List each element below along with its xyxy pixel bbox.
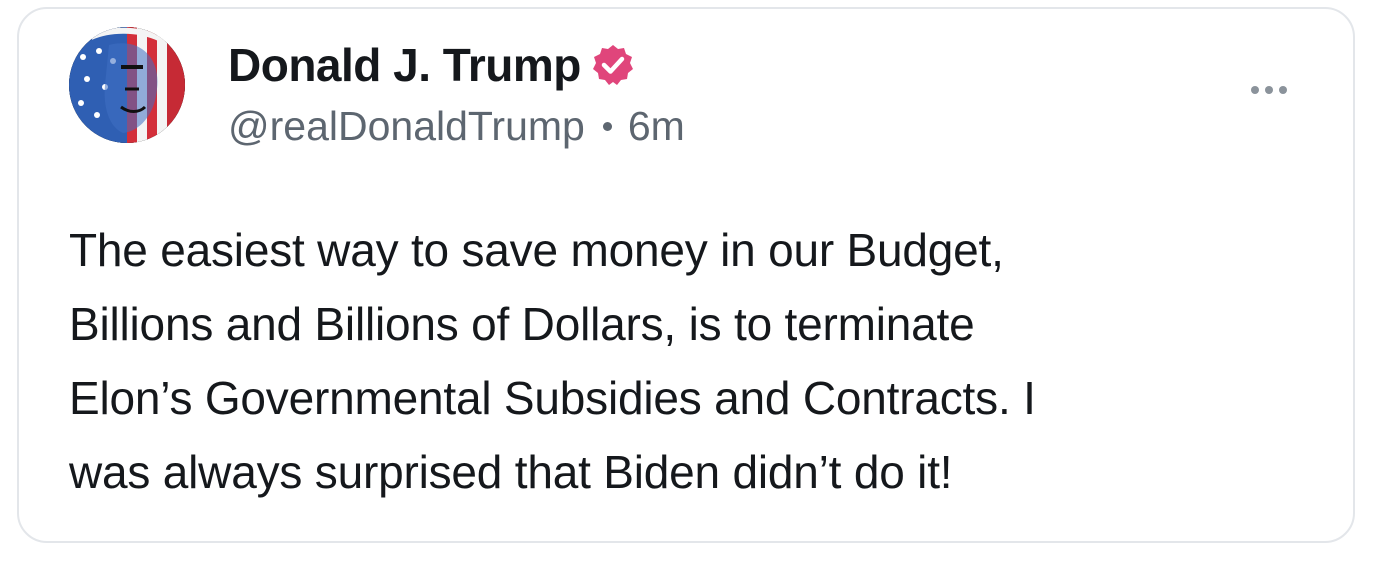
ellipsis-horizontal-icon <box>1251 86 1259 94</box>
post-timestamp[interactable]: 6m <box>628 103 685 150</box>
avatar[interactable] <box>69 27 185 143</box>
post-body-line: Elon’s Governmental Subsidies and Contra… <box>69 372 1036 424</box>
verified-badge-icon <box>591 43 635 87</box>
author-meta-row: @realDonaldTrump 6m <box>228 101 685 151</box>
meta-separator-dot <box>602 121 612 131</box>
author-handle[interactable]: @realDonaldTrump <box>228 103 585 150</box>
post-body-line: was always surprised that Biden didn’t d… <box>69 446 953 498</box>
author-row: Donald J. Trump <box>228 33 635 97</box>
post-body-line: The easiest way to save money in our Bud… <box>69 224 1004 276</box>
more-options-button[interactable] <box>1239 75 1299 105</box>
post-body-line: Billions and Billions of Dollars, is to … <box>69 298 975 350</box>
post-card[interactable]: Donald J. Trump @realDonaldTrump 6m The … <box>17 7 1355 543</box>
avatar-image <box>69 27 185 143</box>
author-display-name[interactable]: Donald J. Trump <box>228 38 581 92</box>
post-body-text: The easiest way to save money in our Bud… <box>69 213 1329 509</box>
